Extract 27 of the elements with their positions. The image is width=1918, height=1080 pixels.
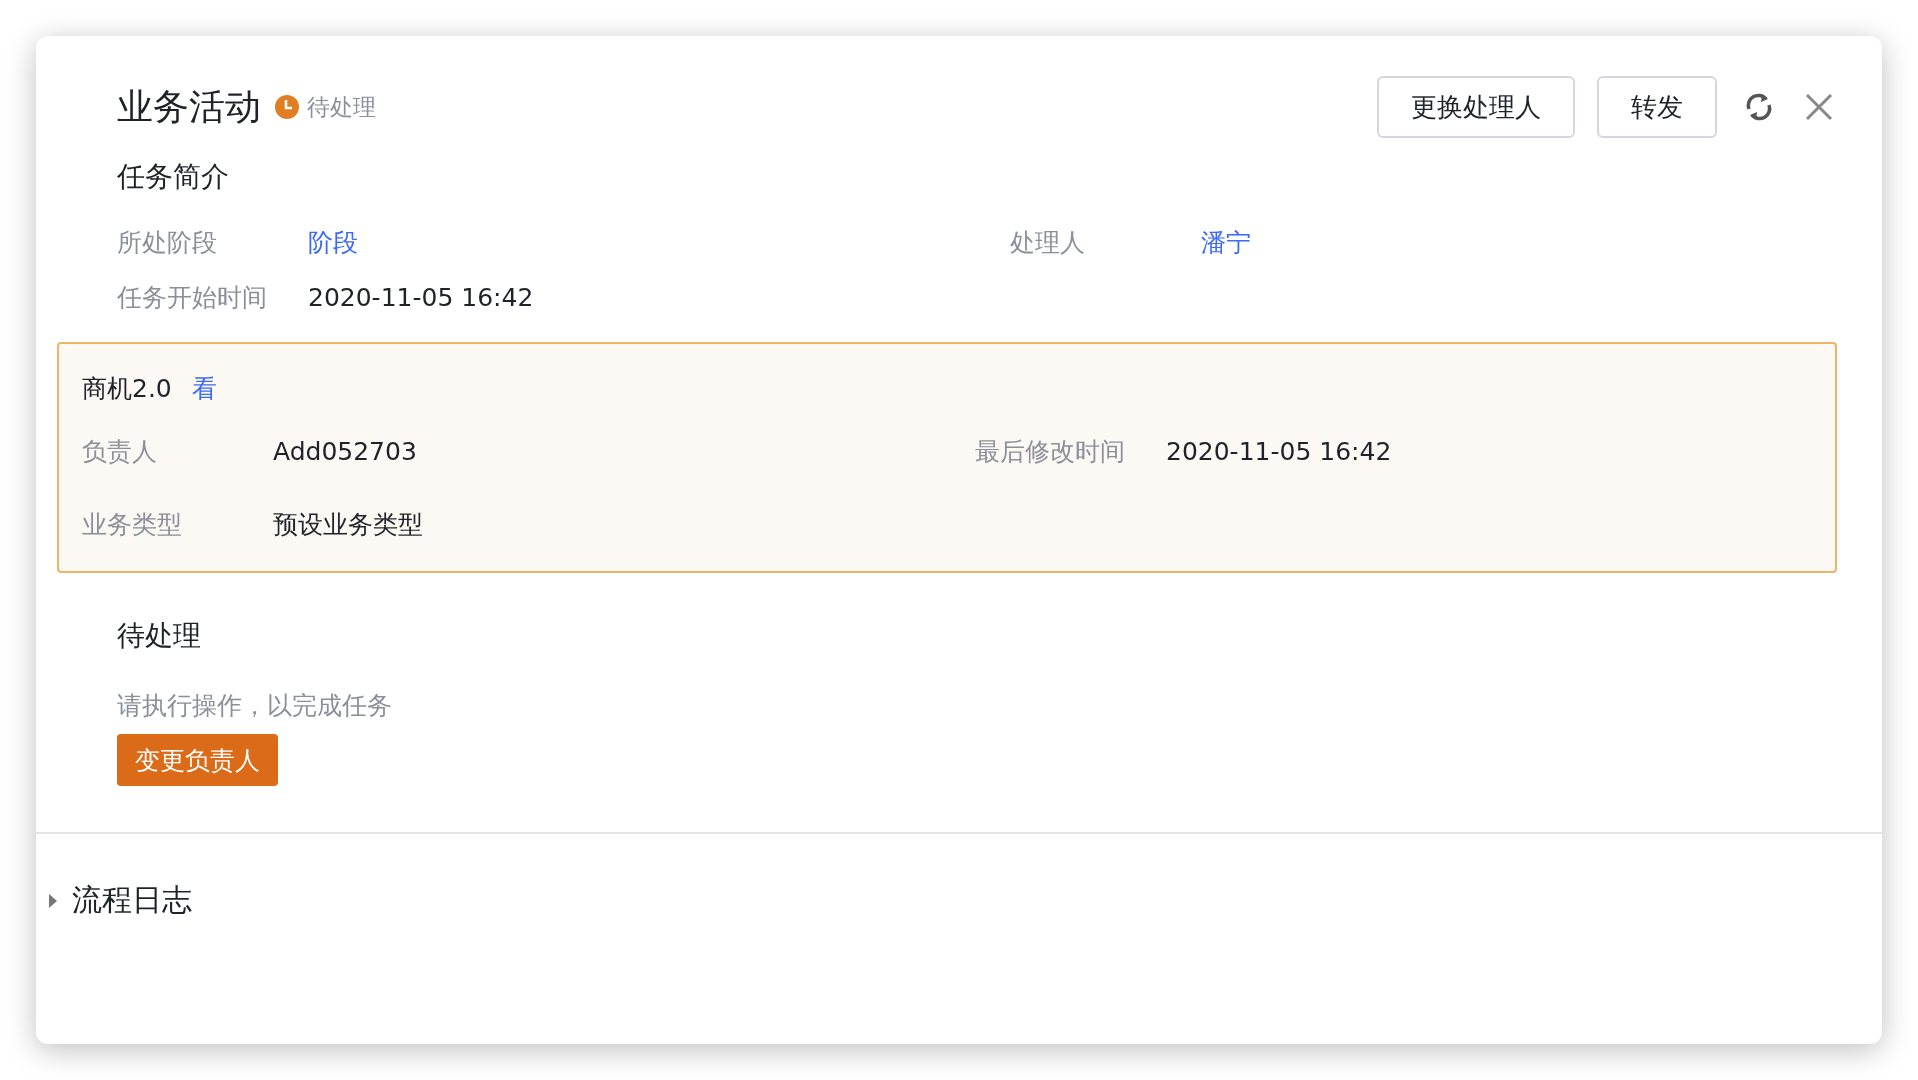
- value-link[interactable]: 潘宁: [1201, 226, 1837, 259]
- field-label: 负责人: [82, 436, 158, 468]
- close-icon: [1805, 93, 1833, 121]
- field-label: 任务开始时间: [117, 282, 268, 314]
- status-text: 待处理: [307, 92, 376, 122]
- field-value: Add052703: [273, 437, 418, 466]
- action-button[interactable]: 更换处理人: [1377, 76, 1575, 138]
- view-link[interactable]: 看: [191, 372, 217, 405]
- record-title: 商机2.0: [82, 373, 172, 405]
- caret-icon: [48, 892, 58, 909]
- field-label: 业务类型: [82, 509, 183, 541]
- field-label: 最后修改时间: [975, 436, 1126, 468]
- hint-text: 请执行操作，以完成任务: [116, 690, 393, 722]
- section-title: 任务简介: [116, 159, 230, 195]
- field-value: 2020-11-05 16:42: [1166, 437, 1393, 466]
- field-label: 所处阶段: [117, 227, 218, 259]
- field-label: 处理人: [1010, 227, 1086, 259]
- log-header[interactable]: 流程日志: [36, 834, 1882, 921]
- value-link[interactable]: 阶段: [308, 226, 1010, 259]
- log-title: 流程日志: [72, 881, 192, 919]
- change-owner-button[interactable]: 变更负责人: [117, 734, 278, 786]
- dialog-title: 业务活动: [117, 84, 261, 129]
- section-title: 待处理: [116, 618, 202, 654]
- field-value: 预设业务类型: [273, 509, 424, 541]
- action-button[interactable]: 转发: [1597, 76, 1717, 138]
- field-value: 2020-11-05 16:42: [308, 283, 535, 312]
- clock-icon: [275, 95, 299, 119]
